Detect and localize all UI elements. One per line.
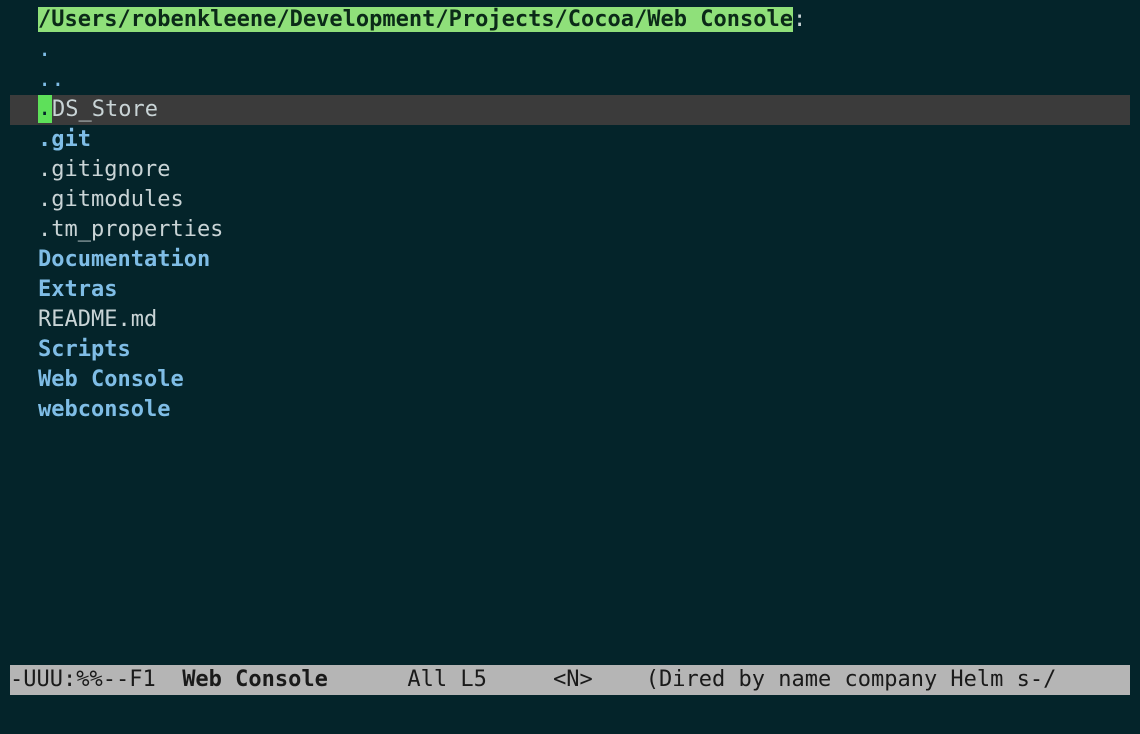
entry-name: .gitignore <box>38 157 171 182</box>
modeline-buffer-name: Web Console <box>182 667 328 692</box>
entry-name: . <box>38 37 52 62</box>
entry-name: Documentation <box>38 247 211 272</box>
entry-name: README.md <box>38 307 158 332</box>
dired-entry-web-console[interactable]: Web Console <box>10 365 1130 395</box>
entry-name: .tm_properties <box>38 217 224 242</box>
mode-line[interactable]: -UUU:%%--F1 Web Console All L5 <N> (Dire… <box>10 665 1130 695</box>
emacs-dired-window: /Users/robenkleene/Development/Projects/… <box>0 0 1140 734</box>
entry-name: webconsole <box>38 397 171 422</box>
dired-entry-extras[interactable]: Extras <box>10 275 1130 305</box>
entry-name: Scripts <box>38 337 131 362</box>
entry-name: DS_Store <box>52 97 158 122</box>
dired-entry-webconsole[interactable]: webconsole <box>10 395 1130 425</box>
header-colon: : <box>792 7 807 32</box>
dired-entry-gitmodules[interactable]: .gitmodules <box>10 185 1130 215</box>
dired-entry-tm-properties[interactable]: .tm_properties <box>10 215 1130 245</box>
modeline-modes: (Dired by name company Helm s-/ <box>592 667 1057 692</box>
dired-entry-ds-store[interactable]: .DS_Store <box>10 95 1130 125</box>
dired-entry-parent-dir[interactable]: .. <box>10 65 1130 95</box>
entry-name: .. <box>38 67 65 92</box>
text-cursor: . <box>38 95 52 123</box>
dired-entry-current-dir[interactable]: . <box>10 35 1130 65</box>
entry-name: Web Console <box>38 367 184 392</box>
dired-entry-scripts[interactable]: Scripts <box>10 335 1130 365</box>
modeline-evil-state: <N> <box>553 667 593 692</box>
dired-header-line: /Users/robenkleene/Development/Projects/… <box>10 5 1130 35</box>
entry-name: .git <box>38 127 91 152</box>
directory-path[interactable]: /Users/robenkleene/Development/Projects/… <box>38 7 793 32</box>
entry-name: Extras <box>38 277 118 302</box>
entry-name: .gitmodules <box>38 187 184 212</box>
modeline-position: All L5 <box>327 667 554 692</box>
modeline-status: -UUU:%%--F1 <box>10 667 183 692</box>
dired-entry-git[interactable]: .git <box>10 125 1130 155</box>
dired-entry-documentation[interactable]: Documentation <box>10 245 1130 275</box>
dired-entry-gitignore[interactable]: .gitignore <box>10 155 1130 185</box>
dired-entry-readme[interactable]: README.md <box>10 305 1130 335</box>
